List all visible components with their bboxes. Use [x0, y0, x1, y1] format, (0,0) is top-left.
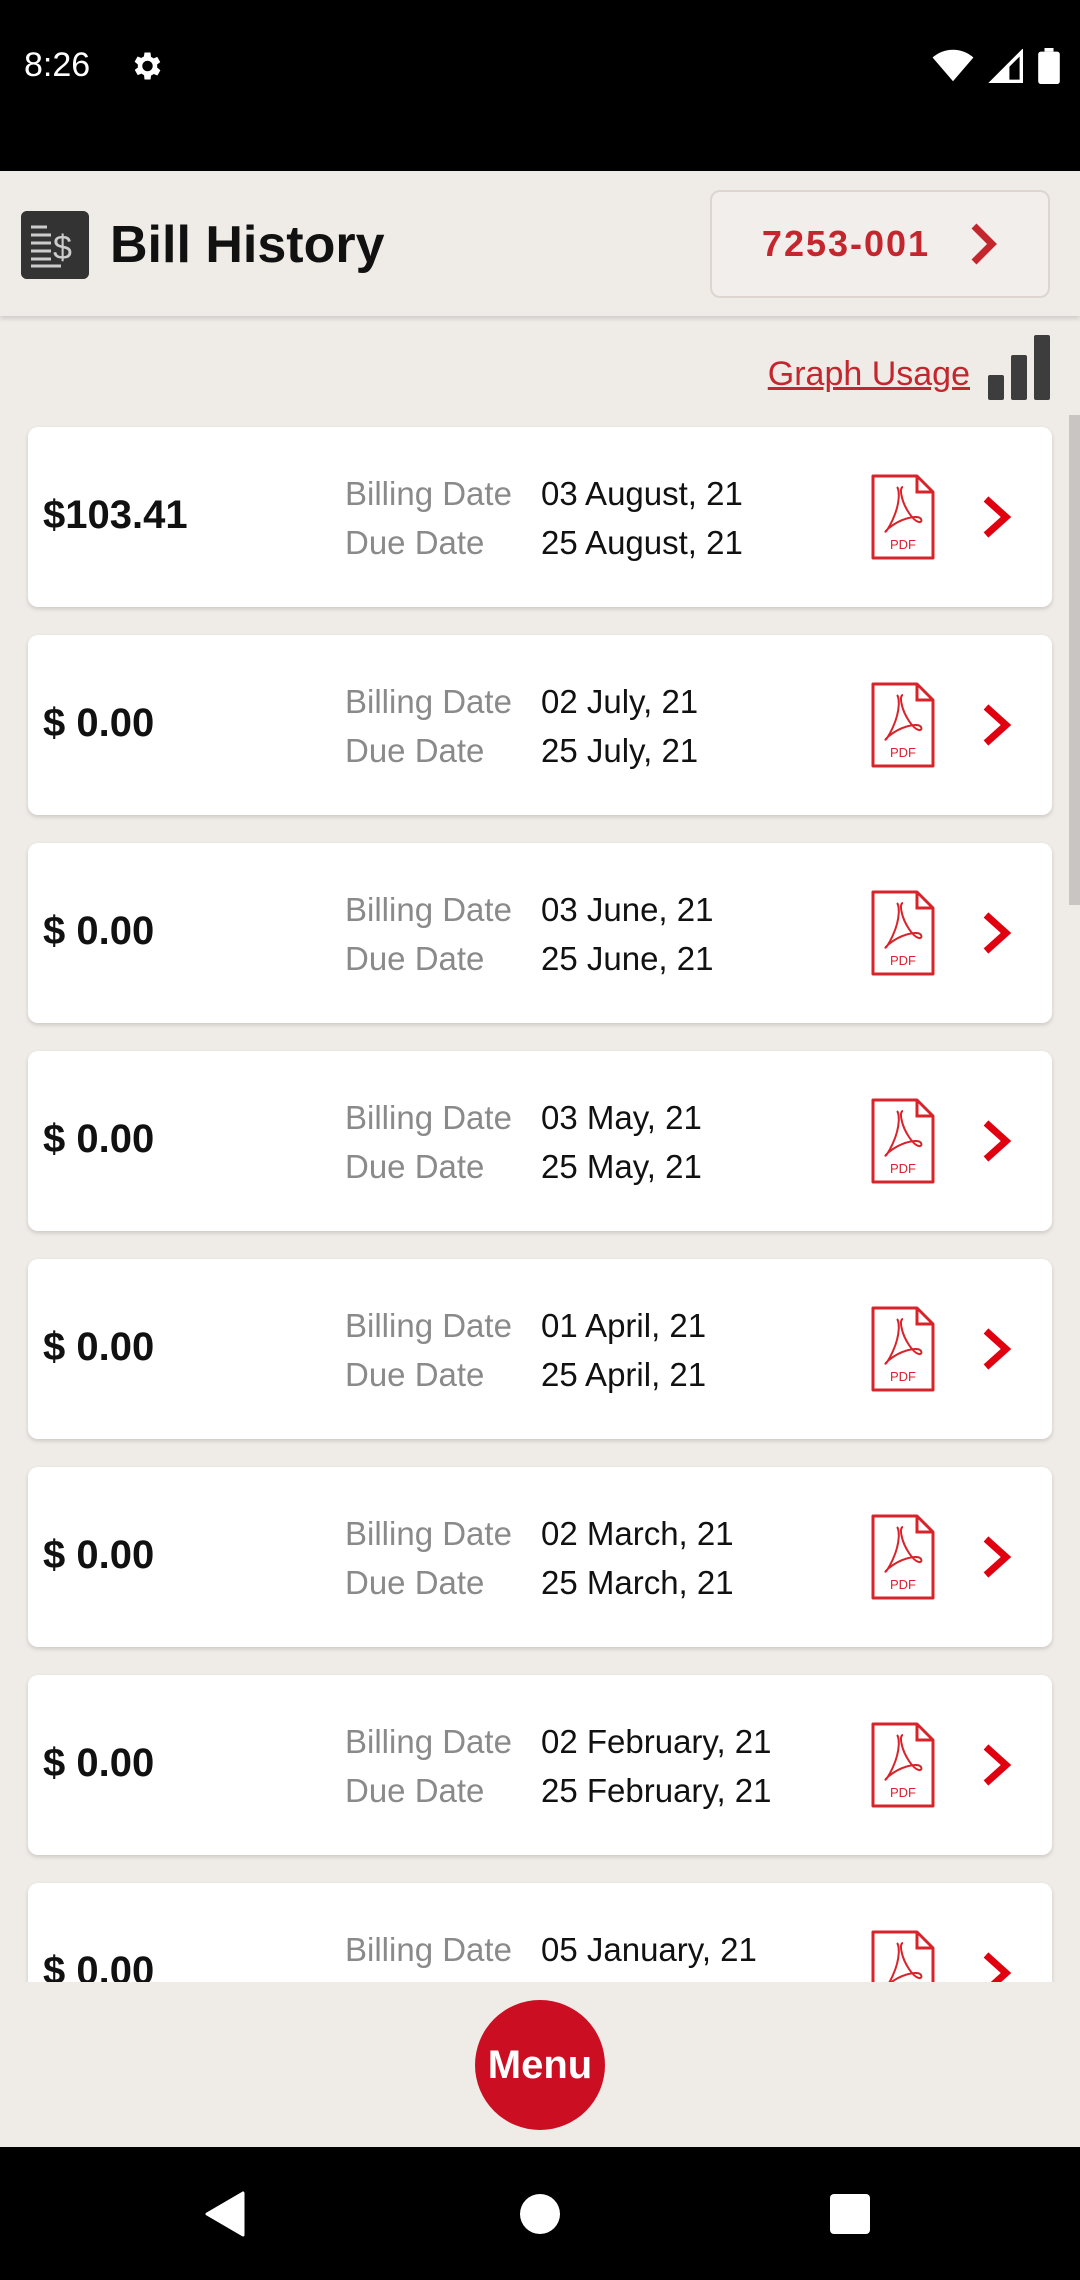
bill-amount: $ 0.00: [43, 1949, 155, 1982]
billing-date-value: 03 June, 21: [541, 891, 714, 928]
bill-card[interactable]: $ 0.00 Billing Date 01 April, 21 Due Dat…: [28, 1259, 1052, 1439]
account-number: 7253-001: [761, 223, 931, 264]
bottom-bar: Menu: [0, 1982, 1080, 2147]
billing-date-value: 03 May, 21: [541, 1099, 702, 1136]
due-date-label: Due Date: [345, 1148, 485, 1185]
bill-card[interactable]: $ 0.00 Billing Date 03 May, 21 Due Date …: [28, 1051, 1052, 1231]
account-selector-button[interactable]: 7253-001: [710, 190, 1050, 298]
chevron-right-icon[interactable]: [980, 1327, 1014, 1371]
battery-icon: [1038, 48, 1060, 84]
chevron-right-icon[interactable]: [980, 1119, 1014, 1163]
due-date-value: 25 April, 21: [541, 1356, 707, 1393]
chevron-right-icon[interactable]: [980, 1535, 1014, 1579]
due-date-label: Due Date: [345, 524, 485, 561]
billing-date-value: 01 April, 21: [541, 1307, 707, 1344]
back-icon[interactable]: [205, 2191, 245, 2237]
due-date-value: 25 August, 21: [541, 524, 743, 561]
billing-date-value: 05 January, 21: [541, 1931, 757, 1968]
bill-card[interactable]: $ 0.00 Billing Date 05 January, 21 Due D…: [28, 1883, 1052, 1982]
svg-text:PDF: PDF: [890, 537, 916, 552]
due-date-label: Due Date: [345, 940, 485, 977]
due-date-value: 25 February, 21: [541, 1772, 772, 1809]
recents-icon[interactable]: [830, 2194, 870, 2234]
billing-date-label: Billing Date: [345, 1099, 512, 1136]
pdf-icon[interactable]: PDF: [870, 1929, 936, 1982]
due-date-label: Due Date: [345, 732, 485, 769]
billing-date-label: Billing Date: [345, 1931, 512, 1968]
bill-amount: $ 0.00: [43, 1533, 155, 1577]
svg-text:$: $: [53, 229, 72, 267]
page-title: Bill History: [110, 216, 385, 274]
due-date-value: 25 May, 21: [541, 1148, 702, 1185]
bill-amount: $ 0.00: [43, 1117, 155, 1161]
due-date-value: 25 June, 21: [541, 940, 714, 977]
navigation-bar: [0, 2147, 1080, 2280]
chevron-right-icon[interactable]: [980, 911, 1014, 955]
status-bar: 8:26: [0, 0, 1080, 171]
bill-dollar-icon: $: [21, 211, 89, 279]
wifi-icon: [932, 49, 974, 82]
bill-card[interactable]: $ 0.00 Billing Date 02 March, 21 Due Dat…: [28, 1467, 1052, 1647]
bill-list[interactable]: $103.41 Billing Date 03 August, 21 Due D…: [0, 416, 1080, 1982]
bill-card[interactable]: $ 0.00 Billing Date 03 June, 21 Due Date…: [28, 843, 1052, 1023]
billing-date-label: Billing Date: [345, 683, 512, 720]
bill-card[interactable]: $ 0.00 Billing Date 02 February, 21 Due …: [28, 1675, 1052, 1855]
menu-button[interactable]: Menu: [475, 2000, 605, 2130]
scrollbar[interactable]: [1069, 415, 1080, 905]
bill-amount: $ 0.00: [43, 701, 155, 745]
bill-amount: $ 0.00: [43, 1741, 155, 1785]
pdf-icon[interactable]: PDF: [870, 1097, 936, 1185]
due-date-value: 25 March, 21: [541, 1564, 734, 1601]
due-date-label: Due Date: [345, 1356, 485, 1393]
bill-card[interactable]: $ 0.00 Billing Date 02 July, 21 Due Date…: [28, 635, 1052, 815]
billing-date-label: Billing Date: [345, 1723, 512, 1760]
svg-text:PDF: PDF: [890, 745, 916, 760]
svg-text:PDF: PDF: [890, 1161, 916, 1176]
pdf-icon[interactable]: PDF: [870, 889, 936, 977]
due-date-value: 25 July, 21: [541, 732, 699, 769]
clock: 8:26: [24, 46, 91, 84]
svg-text:PDF: PDF: [890, 1785, 916, 1800]
bill-amount: $ 0.00: [43, 909, 155, 953]
pdf-icon[interactable]: PDF: [870, 1721, 936, 1809]
svg-text:PDF: PDF: [890, 1369, 916, 1384]
chevron-right-icon[interactable]: [980, 1743, 1014, 1787]
pdf-icon[interactable]: PDF: [870, 1305, 936, 1393]
billing-date-label: Billing Date: [345, 891, 512, 928]
billing-date-value: 02 March, 21: [541, 1515, 734, 1552]
gear-icon: [134, 52, 161, 80]
bill-amount: $103.41: [43, 493, 188, 537]
due-date-label: Due Date: [345, 1772, 485, 1809]
chevron-right-icon[interactable]: [980, 703, 1014, 747]
chevron-right-icon[interactable]: [980, 495, 1014, 539]
billing-date-value: 02 July, 21: [541, 683, 699, 720]
bill-amount: $ 0.00: [43, 1325, 155, 1369]
pdf-icon[interactable]: PDF: [870, 1513, 936, 1601]
bar-chart-icon[interactable]: [988, 335, 1050, 400]
billing-date-label: Billing Date: [345, 1515, 512, 1552]
signal-icon: [988, 49, 1023, 83]
graph-usage-link[interactable]: Graph Usage: [768, 355, 970, 394]
pdf-icon[interactable]: PDF: [870, 681, 936, 769]
billing-date-label: Billing Date: [345, 475, 512, 512]
pdf-icon[interactable]: PDF: [870, 473, 936, 561]
chevron-right-icon: [971, 223, 998, 265]
billing-date-value: 02 February, 21: [541, 1723, 772, 1760]
home-icon[interactable]: [520, 2194, 560, 2234]
svg-text:PDF: PDF: [890, 953, 916, 968]
due-date-label: Due Date: [345, 1564, 485, 1601]
billing-date-value: 03 August, 21: [541, 475, 743, 512]
svg-text:PDF: PDF: [890, 1577, 916, 1592]
app-header: $ Bill History 7253-001: [0, 171, 1080, 316]
bill-card[interactable]: $103.41 Billing Date 03 August, 21 Due D…: [28, 427, 1052, 607]
chevron-right-icon[interactable]: [980, 1951, 1014, 1982]
billing-date-label: Billing Date: [345, 1307, 512, 1344]
